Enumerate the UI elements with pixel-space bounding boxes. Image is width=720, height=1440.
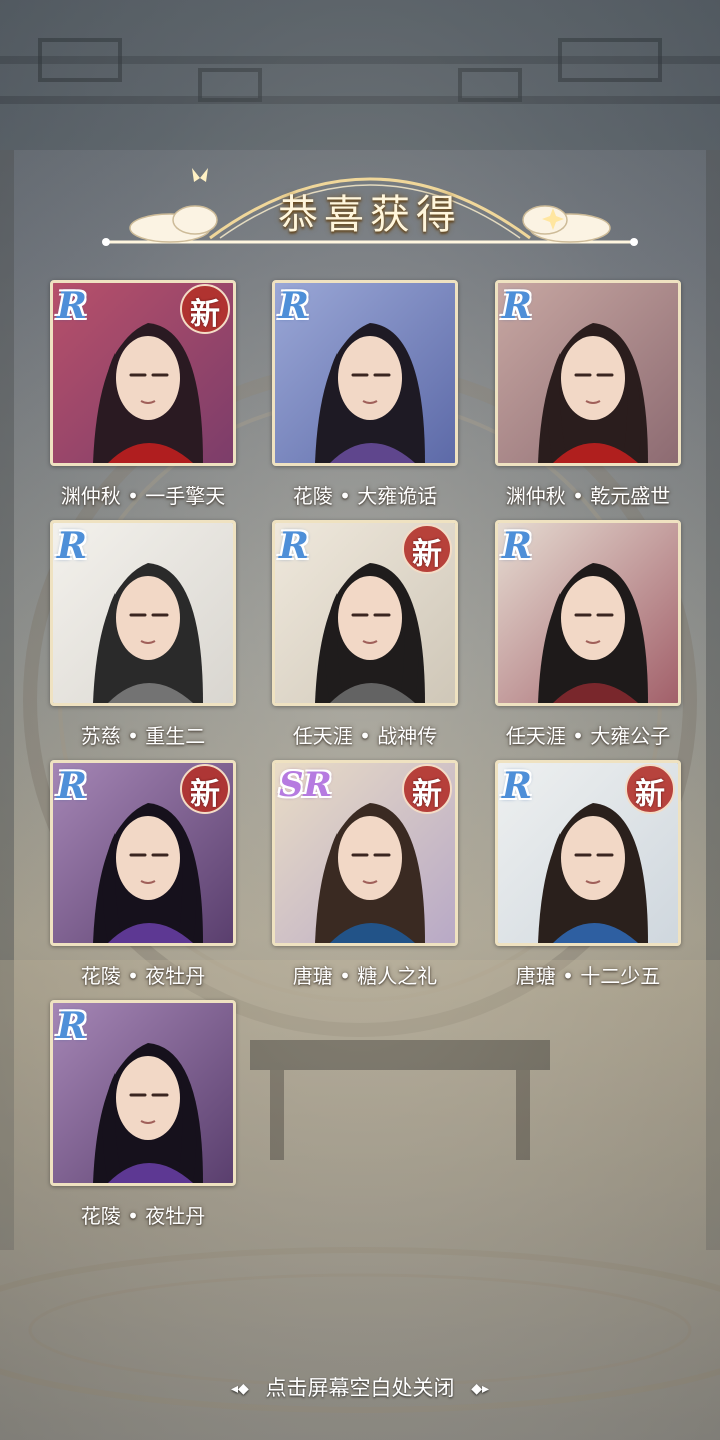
new-badge: 新: [620, 763, 678, 821]
new-badge: 新: [397, 523, 455, 581]
character-name: 任天涯 • 战神传: [292, 724, 438, 748]
reward-card[interactable]: R 新: [50, 760, 236, 946]
character-name: 渊仲秋 • 乾元盛世: [505, 484, 671, 508]
new-badge-label: 新: [190, 777, 220, 812]
character-name: 花陵 • 大雍诡话: [292, 484, 438, 508]
new-badge-label: 新: [190, 297, 220, 332]
rarity-badge: R: [57, 525, 87, 567]
reward-banner: 恭喜获得: [100, 140, 640, 250]
character-name: 唐瑭 • 糖人之礼: [292, 964, 438, 988]
reward-card[interactable]: R: [495, 520, 681, 706]
reward-card[interactable]: R: [50, 1000, 236, 1186]
reward-card[interactable]: R: [495, 280, 681, 466]
reward-title: 恭喜获得: [278, 192, 462, 238]
character-name: 唐瑭 • 十二少五: [515, 964, 661, 988]
rarity-badge: R: [502, 525, 532, 567]
new-badge-label: 新: [635, 777, 665, 812]
close-hint-text: 点击屏幕空白处关闭: [265, 1376, 455, 1400]
reward-card[interactable]: R: [272, 280, 458, 466]
rarity-badge: R: [57, 765, 87, 807]
rarity-badge: R: [502, 285, 532, 327]
character-name: 渊仲秋 • 一手擎天: [60, 484, 226, 508]
rarity-badge: R: [57, 285, 87, 327]
character-name: 花陵 • 夜牡丹: [80, 1204, 206, 1228]
right-diamond-icon: ◆▸: [471, 1381, 489, 1397]
reward-card[interactable]: SR 新: [272, 760, 458, 946]
rarity-badge: R: [279, 285, 309, 327]
rarity-badge: SR: [279, 765, 332, 805]
reward-card[interactable]: R 新: [272, 520, 458, 706]
close-hint[interactable]: ◂◆ 点击屏幕空白处关闭 ◆▸: [0, 1372, 720, 1402]
character-name: 花陵 • 夜牡丹: [80, 964, 206, 988]
character-name: 任天涯 • 大雍公子: [505, 724, 671, 748]
left-diamond-icon: ◂◆: [231, 1381, 249, 1397]
rarity-badge: R: [279, 525, 309, 567]
reward-card[interactable]: R 新: [495, 760, 681, 946]
character-name: 苏慈 • 重生二: [80, 724, 206, 748]
new-badge-label: 新: [412, 777, 442, 812]
new-badge-label: 新: [412, 537, 442, 572]
new-badge: 新: [175, 763, 233, 821]
reward-card[interactable]: R: [50, 520, 236, 706]
rarity-badge: R: [502, 765, 532, 807]
new-badge: 新: [397, 763, 455, 821]
rarity-badge: R: [57, 1005, 87, 1047]
new-badge: 新: [175, 283, 233, 341]
reward-card[interactable]: R 新: [50, 280, 236, 466]
